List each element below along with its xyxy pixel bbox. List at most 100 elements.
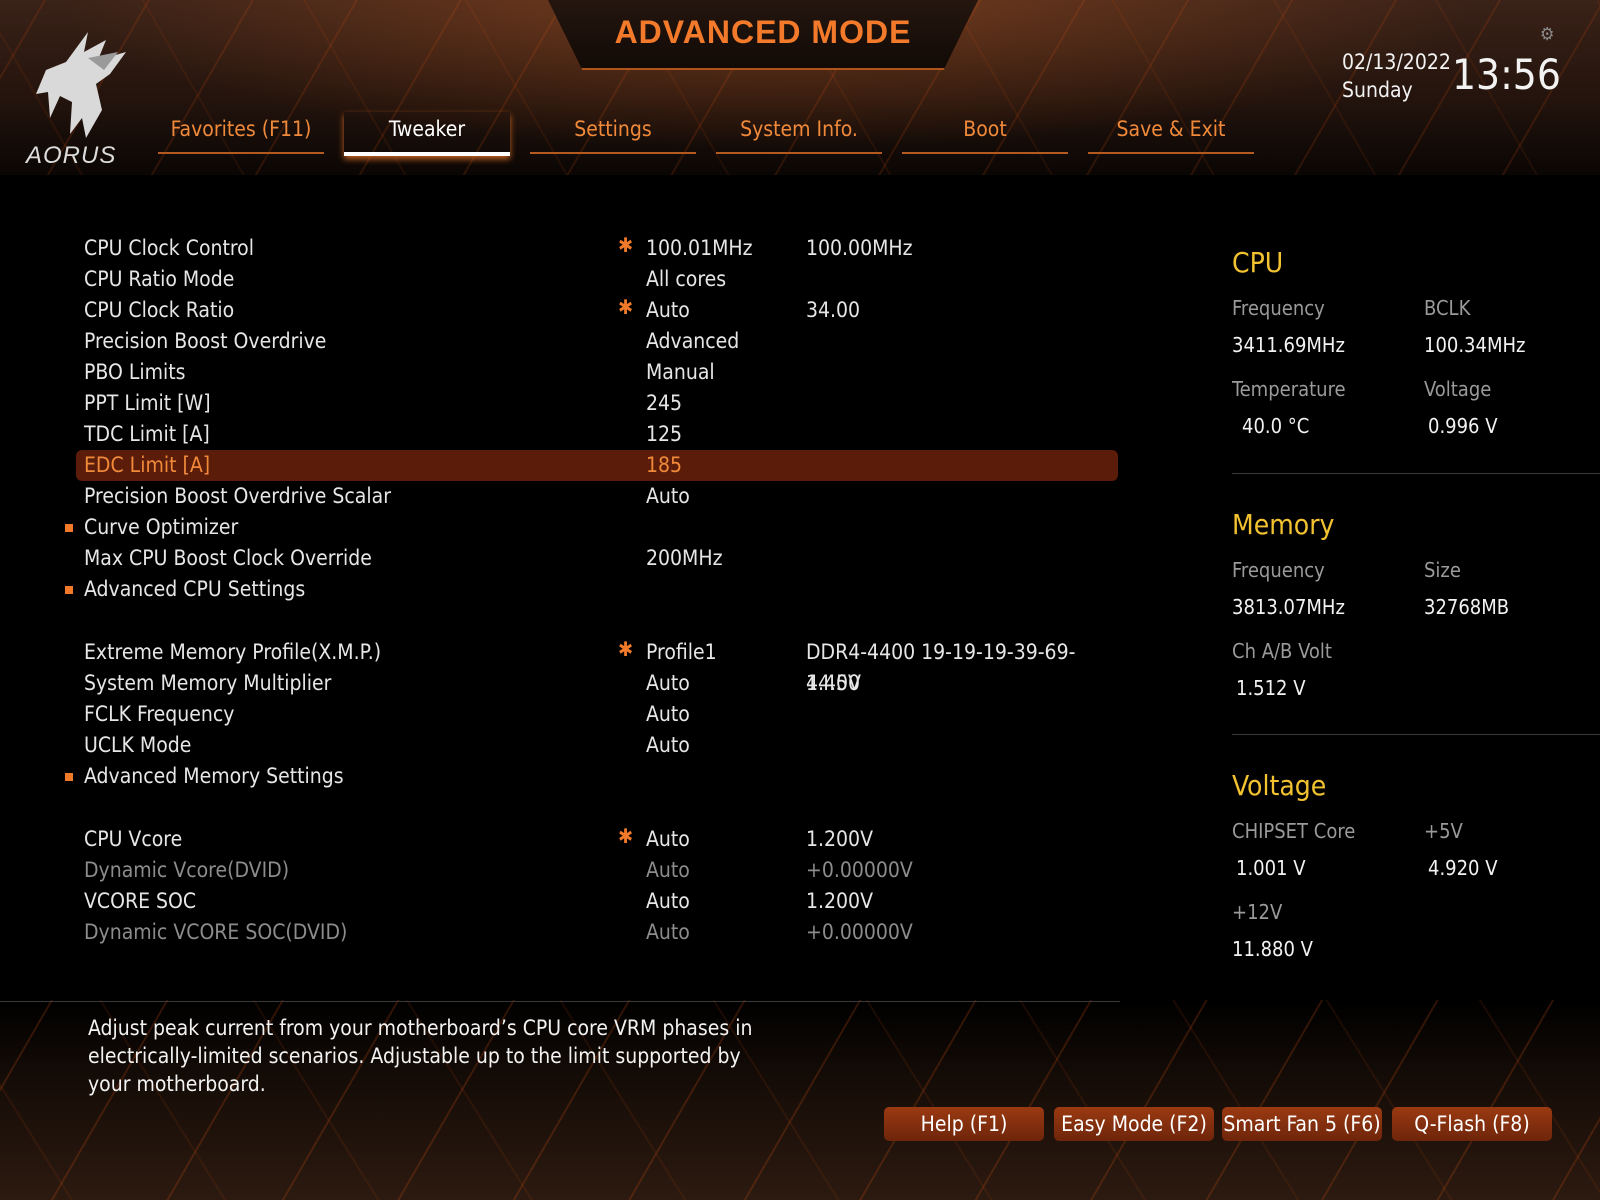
- section-divider: [1232, 734, 1600, 735]
- help-description: Adjust peak current from your motherboar…: [88, 1016, 753, 1096]
- gear-icon[interactable]: ⚙: [1540, 24, 1555, 45]
- setting-value[interactable]: Auto: [646, 295, 690, 326]
- memory-size-label: Size: [1424, 558, 1461, 582]
- submenu-row[interactable]: Advanced CPU Settings: [65, 574, 1118, 605]
- easy-mode-button[interactable]: Easy Mode (F2): [1054, 1107, 1214, 1141]
- plus12v-value: 11.880 V: [1232, 937, 1313, 961]
- tab-favorites[interactable]: Favorites (F11): [158, 112, 324, 154]
- cpu-temperature-value: 40.0 °C: [1242, 414, 1310, 438]
- submenu-bullet-icon: [65, 773, 73, 781]
- setting-value: Auto: [646, 858, 690, 882]
- setting-label: Dynamic VCORE SOC(DVID): [84, 920, 348, 944]
- weekday-text: Sunday: [1342, 78, 1413, 102]
- memory-frequency-value: 3813.07MHz: [1232, 595, 1345, 619]
- setting-label: System Memory Multiplier: [84, 671, 332, 695]
- chipset-core-label: CHIPSET Core: [1232, 819, 1356, 843]
- setting-value[interactable]: Manual: [646, 357, 715, 388]
- plus12v-label: +12V: [1232, 900, 1283, 924]
- setting-label: Dynamic Vcore(DVID): [84, 858, 290, 882]
- setting-row[interactable]: UCLK Mode Auto: [76, 730, 1118, 761]
- setting-row[interactable]: System Memory Multiplier Auto 44.00: [76, 668, 1118, 699]
- cpu-frequency-label: Frequency: [1232, 296, 1325, 320]
- setting-value[interactable]: Auto: [646, 824, 690, 855]
- setting-row[interactable]: CPU Vcore ✱ Auto 1.200V: [76, 824, 1118, 855]
- setting-row-disabled: Dynamic VCORE SOC(DVID) Auto +0.00000V: [76, 917, 1118, 948]
- tab-save-exit[interactable]: Save & Exit: [1088, 112, 1254, 154]
- submenu-row[interactable]: Curve Optimizer: [65, 512, 1118, 543]
- setting-value[interactable]: Auto: [646, 886, 690, 917]
- setting-label: TDC Limit [A]: [84, 422, 210, 446]
- setting-current-value: 100.00MHz: [806, 236, 913, 260]
- setting-label: CPU Vcore: [84, 827, 183, 851]
- setting-value[interactable]: 245: [646, 388, 682, 419]
- cpu-bclk-value: 100.34MHz: [1424, 333, 1526, 357]
- setting-value[interactable]: 185: [646, 450, 682, 481]
- memory-chab-volt-value: 1.512 V: [1236, 676, 1306, 700]
- setting-row[interactable]: PPT Limit [W] 245: [76, 388, 1118, 419]
- setting-label: Precision Boost Overdrive: [84, 329, 327, 353]
- setting-row[interactable]: CPU Clock Control ✱ 100.01MHz 100.00MHz: [76, 233, 1118, 264]
- cpu-frequency-value: 3411.69MHz: [1232, 333, 1345, 357]
- setting-row[interactable]: FCLK Frequency Auto: [76, 699, 1118, 730]
- setting-label: UCLK Mode: [84, 733, 192, 757]
- q-flash-button[interactable]: Q-Flash (F8): [1392, 1107, 1552, 1141]
- setting-label: Advanced CPU Settings: [84, 577, 306, 601]
- setting-current-value: 44.00: [806, 671, 861, 695]
- voltage-section-title: Voltage: [1232, 769, 1327, 802]
- setting-value[interactable]: All cores: [646, 264, 726, 295]
- help-divider: [0, 1001, 1120, 1002]
- memory-frequency-label: Frequency: [1232, 558, 1325, 582]
- setting-value[interactable]: 200MHz: [646, 543, 722, 574]
- memory-size-value: 32768MB: [1424, 595, 1510, 619]
- memory-section-title: Memory: [1232, 508, 1335, 541]
- setting-value[interactable]: Auto: [646, 699, 690, 730]
- submenu-bullet-icon: [65, 586, 73, 594]
- setting-label: PPT Limit [W]: [84, 391, 211, 415]
- help-button[interactable]: Help (F1): [884, 1107, 1044, 1141]
- setting-row[interactable]: PBO Limits Manual: [76, 357, 1118, 388]
- cpu-bclk-label: BCLK: [1424, 296, 1471, 320]
- setting-value[interactable]: Auto: [646, 730, 690, 761]
- setting-current-value: +0.00000V: [806, 920, 913, 944]
- setting-label: Extreme Memory Profile(X.M.P.): [84, 640, 382, 664]
- tab-tweaker[interactable]: Tweaker: [344, 112, 510, 156]
- setting-current-value: 34.00: [806, 298, 861, 322]
- memory-chab-volt-label: Ch A/B Volt: [1232, 639, 1332, 663]
- setting-value[interactable]: Auto: [646, 668, 690, 699]
- setting-row[interactable]: Extreme Memory Profile(X.M.P.) ✱ Profile…: [76, 637, 1118, 695]
- clock: 13:56: [1452, 50, 1561, 99]
- setting-row[interactable]: Precision Boost Overdrive Advanced: [76, 326, 1118, 357]
- setting-row-selected[interactable]: EDC Limit [A] 185: [76, 450, 1118, 481]
- setting-label: FCLK Frequency: [84, 702, 235, 726]
- setting-value[interactable]: Auto: [646, 481, 690, 512]
- setting-value[interactable]: Advanced: [646, 326, 739, 357]
- setting-row[interactable]: VCORE SOC Auto 1.200V: [76, 886, 1118, 917]
- setting-label: VCORE SOC: [84, 889, 197, 913]
- setting-label: Precision Boost Overdrive Scalar: [84, 484, 391, 508]
- tab-boot[interactable]: Boot: [902, 112, 1068, 154]
- chipset-core-value: 1.001 V: [1236, 856, 1306, 880]
- setting-label: CPU Ratio Mode: [84, 267, 235, 291]
- star-icon: ✱: [618, 824, 634, 848]
- submenu-row[interactable]: Advanced Memory Settings: [65, 761, 1118, 792]
- setting-label: Advanced Memory Settings: [84, 764, 344, 788]
- setting-row[interactable]: CPU Clock Ratio ✱ Auto 34.00: [76, 295, 1118, 326]
- submenu-bullet-icon: [65, 524, 73, 532]
- setting-row[interactable]: Precision Boost Overdrive Scalar Auto: [76, 481, 1118, 512]
- setting-row[interactable]: CPU Ratio Mode All cores: [76, 264, 1118, 295]
- smart-fan-button[interactable]: Smart Fan 5 (F6): [1222, 1107, 1382, 1141]
- tab-system-info[interactable]: System Info.: [716, 112, 882, 154]
- setting-value[interactable]: 125: [646, 419, 682, 450]
- date-display: 02/13/2022 Sunday: [1342, 48, 1451, 104]
- setting-row-disabled: Dynamic Vcore(DVID) Auto +0.00000V: [76, 855, 1118, 886]
- setting-label: CPU Clock Ratio: [84, 298, 235, 322]
- setting-row[interactable]: TDC Limit [A] 125: [76, 419, 1118, 450]
- setting-value[interactable]: Profile1: [646, 637, 717, 668]
- setting-value: Auto: [646, 920, 690, 944]
- setting-label: Max CPU Boost Clock Override: [84, 546, 372, 570]
- logo-text: AORUS: [26, 142, 117, 169]
- setting-row[interactable]: Max CPU Boost Clock Override 200MHz: [76, 543, 1118, 574]
- cpu-section-title: CPU: [1232, 246, 1284, 279]
- setting-value[interactable]: 100.01MHz: [646, 233, 753, 264]
- tab-settings[interactable]: Settings: [530, 112, 696, 154]
